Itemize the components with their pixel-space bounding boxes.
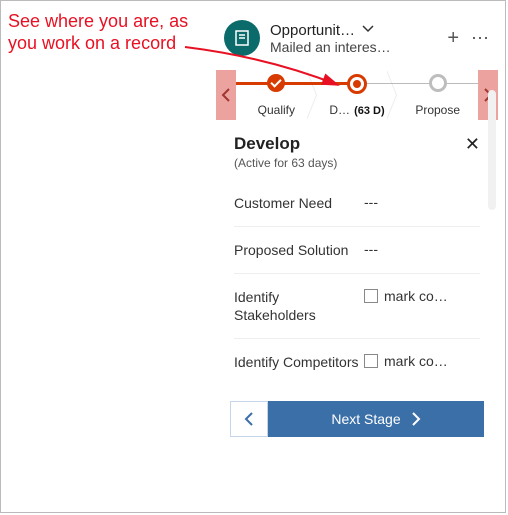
record-panel: Opportunit… Mailed an interes… + ⋯ Quali… [216,10,498,453]
record-header: Opportunit… Mailed an interes… + ⋯ [216,10,498,70]
checkbox-icon[interactable] [364,354,378,368]
stage-node-future-icon [429,74,447,92]
chevron-down-icon[interactable] [361,21,375,39]
stage-fields: Customer Need --- Proposed Solution --- … [216,174,498,385]
stage-node-current-icon [347,74,367,94]
stage-footer: Next Stage [216,385,498,453]
process-prev-button[interactable] [216,70,236,120]
close-icon[interactable]: ✕ [465,134,480,155]
process-bar: Qualify D… (63 D) Propose [216,70,498,120]
scrollbar[interactable] [488,90,496,210]
stage-propose[interactable]: Propose [397,70,478,120]
field-identify-stakeholders[interactable]: Identify Stakeholders mark co… [234,274,480,339]
stage-detail: Develop (Active for 63 days) ✕ [216,120,498,174]
stage-develop[interactable]: D… (63 D) [317,70,398,120]
record-type-icon [224,20,260,56]
more-button[interactable]: ⋯ [471,28,490,49]
field-proposed-solution[interactable]: Proposed Solution --- [234,227,480,274]
stage-name: Develop [234,134,337,154]
checkbox-icon[interactable] [364,289,378,303]
stage-node-done-icon [267,74,285,92]
field-customer-need[interactable]: Customer Need --- [234,180,480,227]
field-identify-competitors[interactable]: Identify Competitors mark co… [234,339,480,385]
record-subtitle: Mailed an interes… [270,39,400,55]
next-stage-button[interactable]: Next Stage [268,401,484,437]
record-title[interactable]: Opportunit… [270,22,355,39]
annotation-text: See where you are, as you work on a reco… [8,10,188,54]
stage-qualify[interactable]: Qualify [236,70,317,120]
add-button[interactable]: + [447,27,459,50]
back-button[interactable] [230,401,268,437]
stage-active-text: (Active for 63 days) [234,156,337,170]
